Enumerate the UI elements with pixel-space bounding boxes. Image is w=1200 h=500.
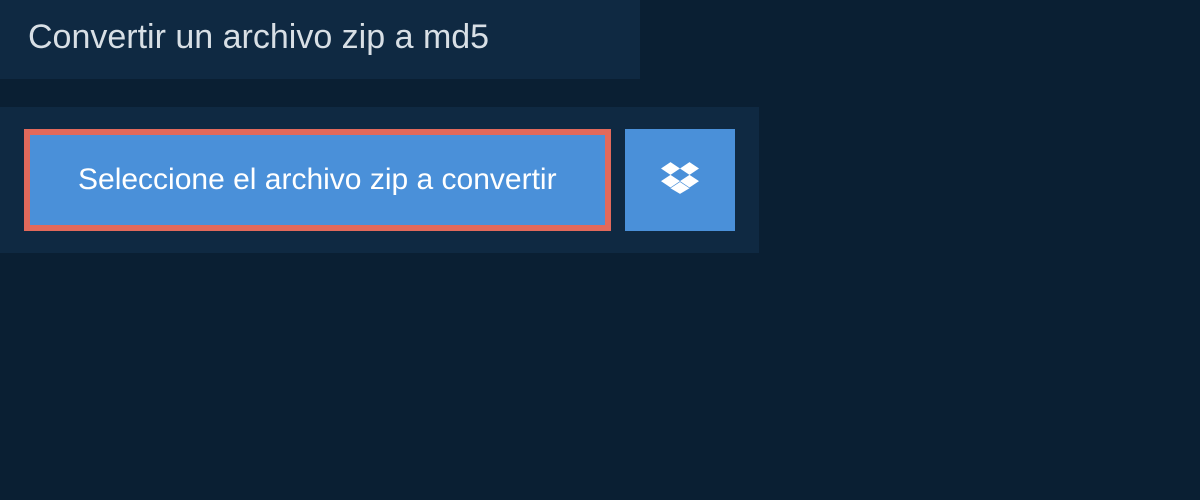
select-file-button[interactable]: Seleccione el archivo zip a convertir — [24, 129, 611, 231]
select-file-label: Seleccione el archivo zip a convertir — [78, 163, 557, 197]
page-title: Convertir un archivo zip a md5 — [28, 18, 612, 57]
dropbox-icon — [661, 159, 699, 202]
page-header: Convertir un archivo zip a md5 — [0, 0, 640, 79]
dropbox-button[interactable] — [625, 129, 735, 231]
upload-panel: Seleccione el archivo zip a convertir — [0, 107, 759, 253]
